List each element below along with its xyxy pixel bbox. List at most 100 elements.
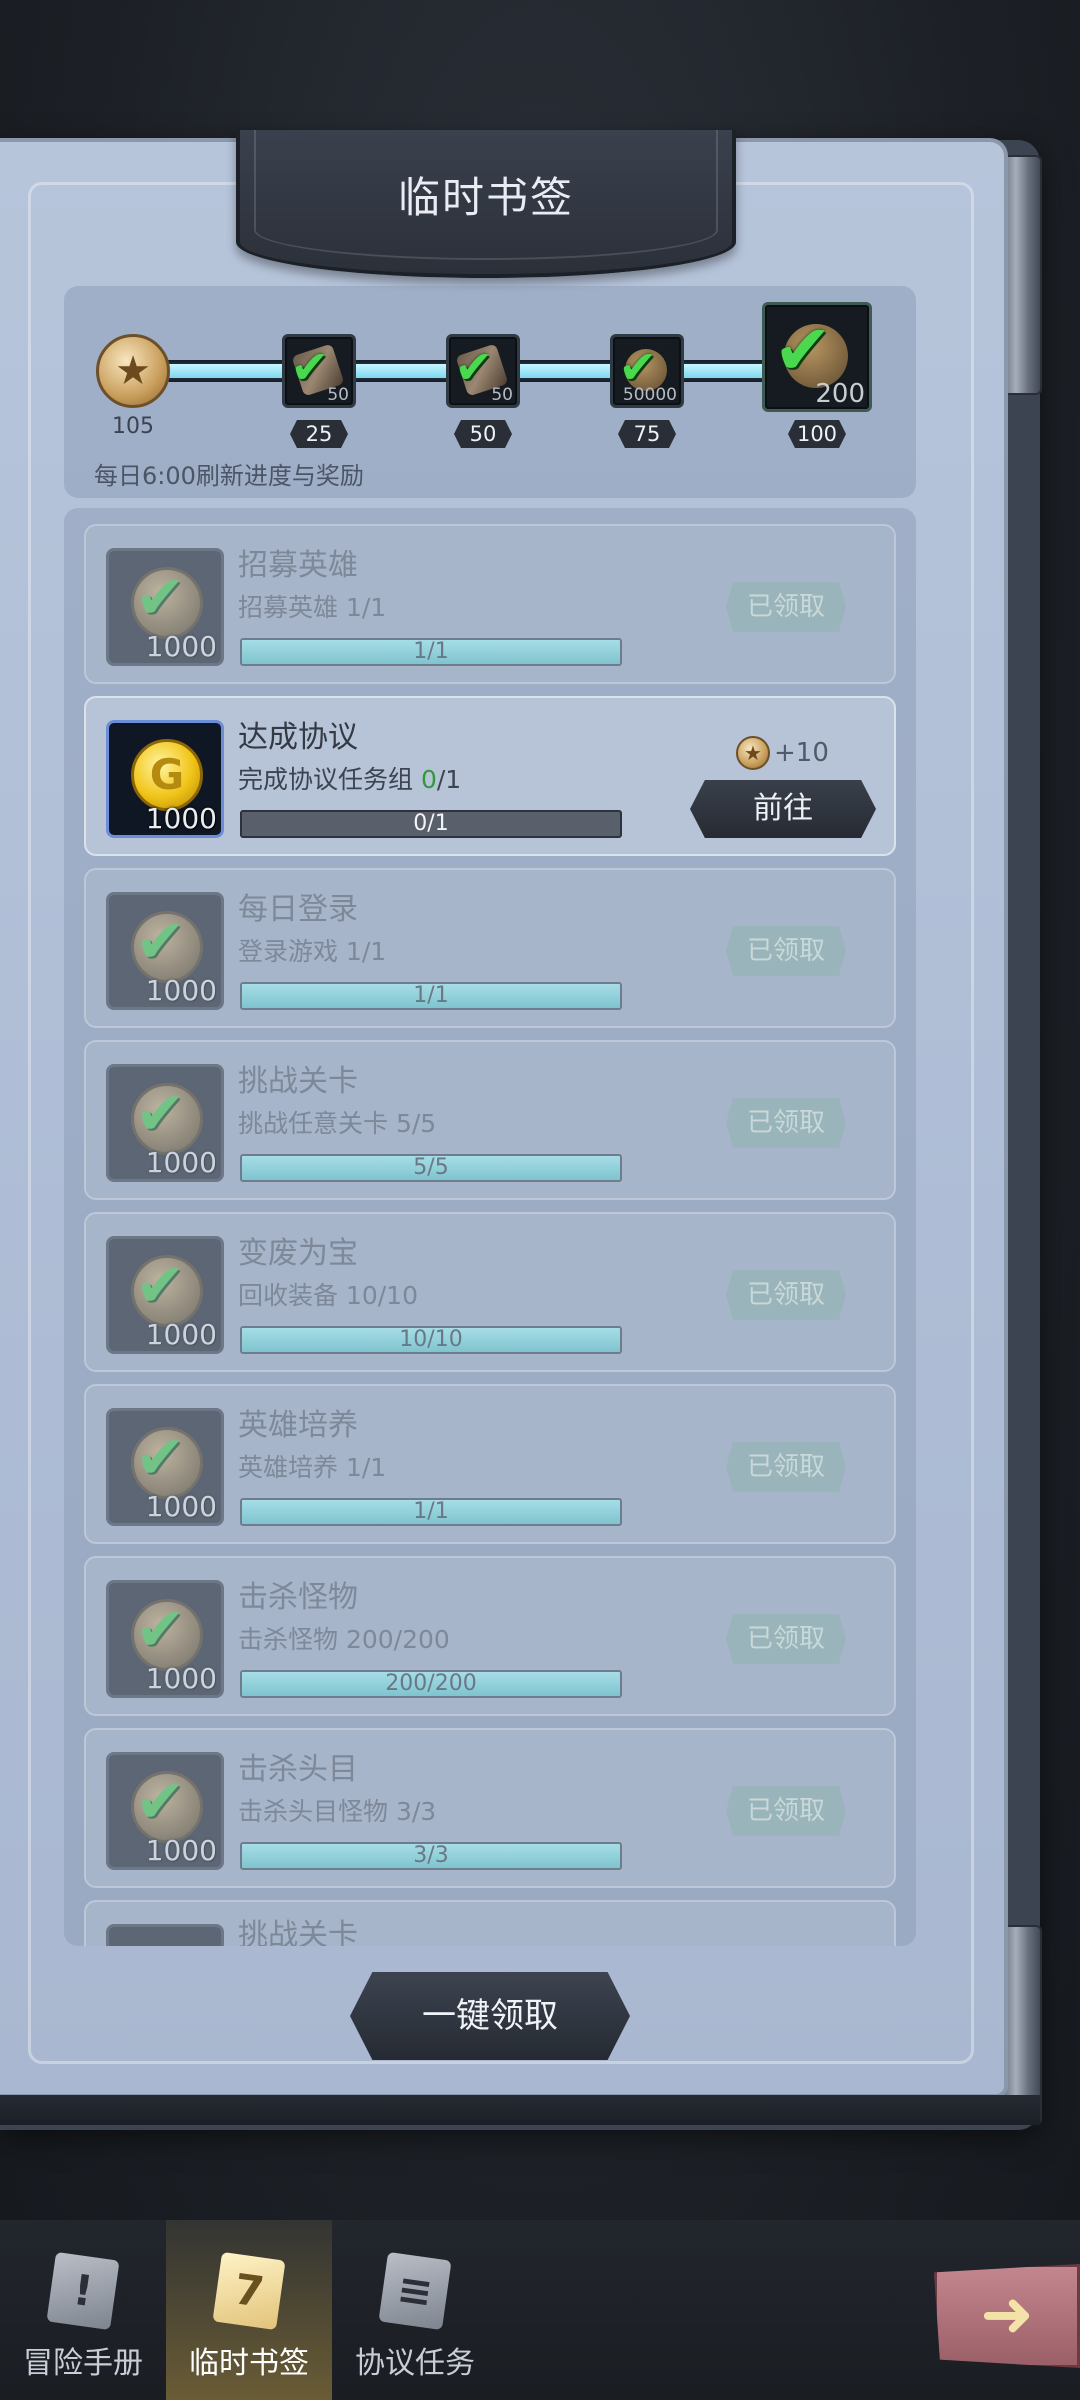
check-icon: ✔ — [135, 1423, 186, 1493]
check-icon: ✔ — [135, 1595, 186, 1665]
arrow-right-icon: ➜ — [980, 2278, 1034, 2352]
task-progress-bar: 0/1 — [240, 810, 622, 838]
check-icon: ✔ — [135, 1251, 186, 1321]
task-desc: 击杀头目怪物 3/3 — [238, 1797, 437, 1826]
milestone-threshold: 75 — [618, 420, 676, 448]
milestone-reward-50[interactable]: ✔ 50 — [446, 334, 520, 408]
milestone-qty: 200 — [815, 379, 865, 409]
task-desc: 登录游戏 1/1 — [238, 937, 387, 966]
book-bottom-edge — [0, 2095, 1040, 2125]
claimed-badge: 已领取 — [726, 582, 846, 632]
milestone-reward-75[interactable]: ✔ 50000 — [610, 334, 684, 408]
tab-label: 协议任务 — [355, 2346, 475, 2381]
milestone-threshold: 50 — [454, 420, 512, 448]
tab-agreement-tasks[interactable]: ≡ 协议任务 — [332, 2220, 498, 2400]
task-title: 达成协议 — [238, 720, 358, 755]
task-desc: 英雄培养 1/1 — [238, 1453, 387, 1482]
task-progress-text: 1/1 — [413, 639, 449, 664]
star-points-icon: ★ — [96, 334, 170, 408]
milestone-threshold: 25 — [290, 420, 348, 448]
task-progress-text: 200/200 — [385, 1671, 477, 1696]
task-progress-text: 1/1 — [413, 983, 449, 1008]
reward-amount: 1000 — [145, 1490, 217, 1523]
points-reward-value: +10 — [774, 738, 829, 768]
current-points: 105 — [112, 414, 154, 439]
reward-amount: 1000 — [145, 1146, 217, 1179]
reward-amount: 1000 — [145, 1662, 217, 1695]
task-progress-text: 5/5 — [413, 1155, 449, 1180]
task-progress-bar: 10/10 — [240, 1326, 622, 1354]
claimed-check-icon: ✔ — [290, 339, 329, 394]
claimed-check-icon: ✔ — [454, 339, 493, 394]
check-icon: ✔ — [135, 563, 186, 633]
check-icon: ✔ — [135, 907, 186, 977]
check-icon: ✔ — [135, 1079, 186, 1149]
reward-amount: 1000 — [145, 1318, 217, 1351]
reward-item: G 1000 — [106, 720, 224, 838]
task-progress-bar: 1/1 — [240, 1498, 622, 1526]
bottom-nav: ! 冒险手册 7 临时书签 ≡ 协议任务 — [0, 2220, 1080, 2400]
reward-amount: 1000 — [145, 974, 217, 1007]
adventure-manual-icon: ! — [46, 2251, 120, 2331]
task-title: 英雄培养 — [238, 1408, 358, 1443]
task-progress-text: 0/1 — [413, 811, 449, 836]
task-progress-bar: 5/5 — [240, 1154, 622, 1182]
star-points-icon: ★ — [736, 736, 770, 770]
task-card: ✔ 1000 击杀怪物 击杀怪物 200/200 200/200 已领取 — [84, 1556, 896, 1716]
task-card: ✔ 1000 招募英雄 招募英雄 1/1 1/1 已领取 — [84, 524, 896, 684]
task-progress-bar: 3/3 — [240, 1842, 622, 1870]
task-desc: 击杀怪物 200/200 — [238, 1625, 450, 1654]
reward-item: ✔ 1000 — [106, 1408, 224, 1526]
task-progress-text: 3/3 — [413, 1843, 449, 1868]
task-card: ✔ 1000 挑战关卡 挑战任意关卡 5/5 5/5 已领取 — [84, 1040, 896, 1200]
go-button[interactable]: 前往 — [690, 780, 876, 838]
task-progress-text: 10/10 — [399, 1327, 463, 1352]
reset-note: 每日6:00刷新进度与奖励 — [94, 462, 364, 490]
task-list[interactable]: ✔ 1000 招募英雄 招募英雄 1/1 1/1 已领取 G 1000 达成协议… — [64, 508, 916, 1946]
milestone-reward-100[interactable]: ✔ 200 — [762, 302, 872, 412]
claimed-badge: 已领取 — [726, 1270, 846, 1320]
tab-temporary-bookmark[interactable]: 7 临时书签 — [166, 2220, 332, 2400]
task-title: 变废为宝 — [238, 1236, 358, 1271]
milestone-threshold: 100 — [788, 420, 846, 448]
task-card: G 1000 达成协议 完成协议任务组 0/1 0/1 ★ +10 前往 — [84, 696, 896, 856]
next-arrow-button[interactable]: ➜ — [934, 2264, 1080, 2368]
tab-label: 冒险手册 — [23, 2346, 143, 2381]
reward-item: ✔ 1000 — [106, 1752, 224, 1870]
agreement-documents-icon: ≡ — [378, 2251, 452, 2331]
task-card-partial: 挑战关卡 — [84, 1900, 896, 1946]
reward-item: ✔ 1000 — [106, 548, 224, 666]
reward-item — [106, 1924, 224, 1946]
reward-item: ✔ 1000 — [106, 1064, 224, 1182]
task-title: 每日登录 — [238, 892, 358, 927]
task-card: ✔ 1000 击杀头目 击杀头目怪物 3/3 3/3 已领取 — [84, 1728, 896, 1888]
milestone-reward-25[interactable]: ✔ 50 — [282, 334, 356, 408]
task-card: ✔ 1000 变废为宝 回收装备 10/10 10/10 已领取 — [84, 1212, 896, 1372]
milestone-qty: 50 — [491, 385, 513, 405]
task-title: 招募英雄 — [238, 548, 358, 583]
claim-all-button[interactable]: 一键领取 — [350, 1972, 630, 2060]
task-desc: 招募英雄 1/1 — [238, 593, 387, 622]
reward-item: ✔ 1000 — [106, 1236, 224, 1354]
claimed-badge: 已领取 — [726, 1614, 846, 1664]
task-title: 击杀头目 — [238, 1752, 358, 1787]
title-banner: 临时书签 — [236, 130, 736, 278]
tab-label: 临时书签 — [189, 2346, 309, 2381]
gold-coin-icon: G — [131, 739, 203, 811]
task-card: ✔ 1000 每日登录 登录游戏 1/1 1/1 已领取 — [84, 868, 896, 1028]
task-progress-text: 1/1 — [413, 1499, 449, 1524]
task-desc: 挑战任意关卡 5/5 — [238, 1109, 437, 1138]
task-desc: 完成协议任务组 0/1 — [238, 765, 462, 794]
points-reward: ★ +10 — [736, 736, 829, 770]
tab-adventure-manual[interactable]: ! 冒险手册 — [0, 2220, 166, 2400]
reward-amount: 1000 — [145, 802, 217, 835]
check-icon: ✔ — [135, 1767, 186, 1837]
claimed-badge: 已领取 — [726, 926, 846, 976]
task-title: 挑战关卡 — [238, 1918, 358, 1946]
page-title: 临时书签 — [397, 173, 574, 222]
task-title: 击杀怪物 — [238, 1580, 358, 1615]
points-progress-panel: ★ 105 ✔ 50 25 ✔ 50 50 ✔ 50000 75 ✔ 200 1… — [64, 286, 916, 498]
task-title: 挑战关卡 — [238, 1064, 358, 1099]
reward-item: ✔ 1000 — [106, 892, 224, 1010]
task-progress-bar: 200/200 — [240, 1670, 622, 1698]
